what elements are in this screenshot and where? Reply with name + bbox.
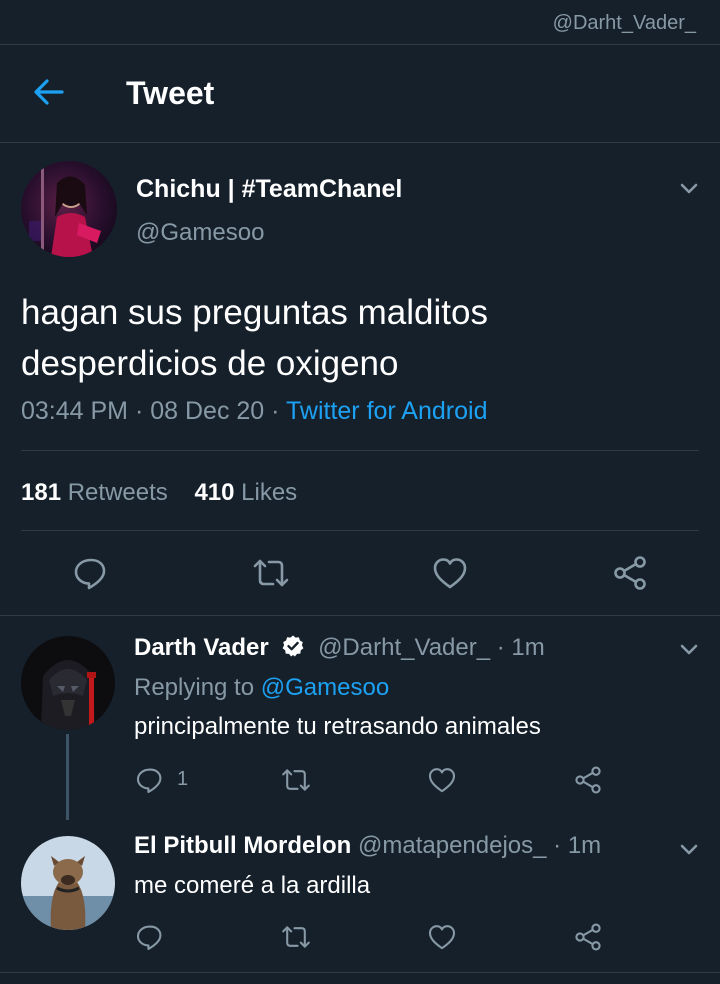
page-title: Tweet (126, 75, 215, 111)
reply-author-name[interactable]: Darth Vader (134, 634, 269, 661)
page-header: Tweet (0, 45, 720, 143)
tweet-text-line: desperdicios de oxigeno (21, 344, 399, 383)
top-status-bar: @Darht_Vader_ (0, 0, 720, 45)
tweet-source-link[interactable]: Twitter for Android (286, 397, 487, 425)
thread-line (66, 734, 69, 820)
tweet-date: 08 Dec 20 (150, 397, 265, 425)
likes-count: 410 (194, 479, 235, 506)
reply-header: Darth Vader @Darht_Vader_ · 1m (134, 634, 545, 662)
reply-tweet[interactable]: Darth Vader @Darht_Vader_ · 1m Replying … (0, 616, 720, 820)
reply-icon[interactable] (134, 764, 166, 796)
verified-badge-icon (282, 635, 304, 657)
retweet-icon[interactable] (251, 553, 291, 593)
like-icon[interactable] (430, 553, 470, 593)
retweets-label: Retweets (67, 479, 168, 506)
divider (21, 450, 699, 451)
tweet-stats: 181 Retweets 410 Likes (21, 479, 297, 507)
share-icon[interactable] (572, 921, 604, 953)
author-name[interactable]: Chichu | #TeamChanel (136, 175, 402, 204)
tweet-meta: 03:44 PM · 08 Dec 20 · Twitter for Andro… (21, 397, 487, 426)
divider (21, 530, 699, 531)
reply-author-handle[interactable]: @Darht_Vader_ (318, 634, 490, 661)
reply-avatar[interactable] (21, 636, 115, 730)
retweets-count: 181 (21, 479, 62, 506)
retweets-stat[interactable]: 181 Retweets (21, 479, 168, 506)
account-watermark: @Darht_Vader_ (552, 12, 696, 34)
replying-mention[interactable]: @Gamesoo (261, 674, 389, 701)
retweet-icon[interactable] (280, 764, 312, 796)
replying-label: Replying to (134, 674, 255, 701)
likes-stat[interactable]: 410 Likes (194, 479, 297, 506)
share-icon[interactable] (610, 553, 650, 593)
tweet-text: hagan sus preguntas malditos desperdicio… (21, 287, 681, 389)
chevron-down-icon[interactable] (678, 838, 700, 860)
tweet-text-line: hagan sus preguntas malditos (21, 293, 488, 332)
reply-count: 1 (177, 768, 189, 790)
reply-icon[interactable] (71, 553, 111, 593)
arrow-left-icon[interactable] (32, 75, 66, 109)
meta-separator: · (271, 397, 286, 425)
reply-avatar[interactable] (21, 836, 115, 930)
reply-author-handle[interactable]: @matapendejos_ (358, 832, 546, 859)
reply-text: principalmente tu retrasando animales (134, 713, 541, 740)
retweet-icon[interactable] (280, 921, 312, 953)
reply-tweet[interactable]: El Pitbull Mordelon @matapendejos_ · 1m … (0, 812, 720, 973)
reply-text: me comeré a la ardilla (134, 872, 371, 899)
main-tweet: Chichu | #TeamChanel @Gamesoo hagan sus … (0, 143, 720, 616)
reply-header: El Pitbull Mordelon @matapendejos_ · 1m (134, 832, 601, 860)
share-icon[interactable] (572, 764, 604, 796)
reply-icon[interactable] (134, 921, 166, 953)
author-avatar[interactable] (21, 161, 117, 257)
tweet-time: 03:44 PM (21, 397, 129, 425)
chevron-down-icon[interactable] (678, 177, 700, 199)
replying-to: Replying to @Gamesoo (134, 674, 389, 702)
author-handle[interactable]: @Gamesoo (136, 219, 264, 247)
reply-time: · 1m (496, 634, 545, 661)
chevron-down-icon[interactable] (678, 638, 700, 660)
likes-label: Likes (241, 479, 298, 506)
like-icon[interactable] (426, 921, 458, 953)
reply-time: · 1m (553, 832, 602, 859)
reply-author-name[interactable]: El Pitbull Mordelon (134, 832, 351, 859)
meta-separator: · (134, 397, 151, 425)
like-icon[interactable] (426, 764, 458, 796)
